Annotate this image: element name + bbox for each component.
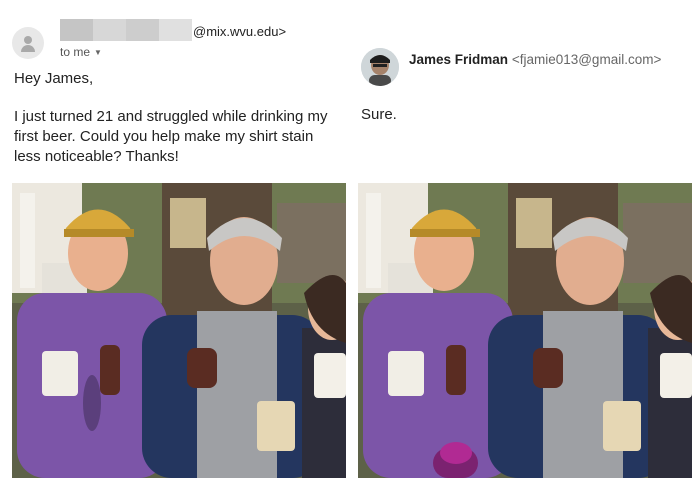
original-photo[interactable] [12,183,346,478]
sender-avatar[interactable] [12,27,44,59]
reply-sender: James Fridman <fjamie013@gmail.com> [409,52,661,67]
edited-photo[interactable] [358,183,692,478]
person-icon-body [21,45,35,52]
sender-name[interactable]: James Fridman [409,52,508,67]
email-greeting: Hey James, [14,70,94,87]
original-email-panel: @mix.wvu.edu> to me ▼ Hey James, I just t… [0,0,350,481]
redacted-sender-name [60,19,192,41]
reply-panel: James Fridman <fjamie013@gmail.com> Sure… [350,0,700,481]
edited-photo-image [358,183,692,478]
recipient-label: to me [60,45,91,59]
email-body: I just turned 21 and struggled while dri… [14,108,328,165]
reply-body: Sure. [361,106,397,123]
james-avatar[interactable] [361,48,399,86]
sender-address[interactable]: <fjamie013@gmail.com> [512,52,662,67]
person-icon-head [24,36,32,44]
profile-photo-icon [361,48,399,86]
sender-domain[interactable]: @mix.wvu.edu> [193,24,286,39]
recipient-details-toggle[interactable]: to me ▼ [60,45,102,59]
original-photo-image [12,183,346,478]
chevron-down-icon[interactable]: ▼ [94,48,102,57]
